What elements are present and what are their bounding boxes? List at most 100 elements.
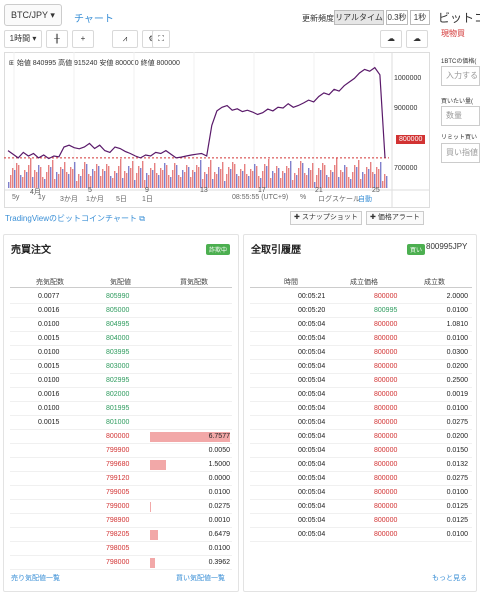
fullscreen-button[interactable]: ⛶ [152,30,170,48]
bid-row[interactable]: 798900 0.0010 [10,514,232,528]
volume-bar [126,173,128,188]
pair-selector[interactable]: BTC/JPY ▾ [4,4,62,26]
price-input[interactable]: 入力する [441,66,480,86]
bid-row[interactable]: 798000 0.3962 [10,556,232,570]
cloud-load-button[interactable]: ☁ [406,30,428,48]
volume-bar [76,181,78,188]
range-5d[interactable]: 5日 [116,194,127,204]
indicators-button[interactable]: ⩘ [112,30,138,48]
volume-bar [304,173,306,188]
volume-bar [12,168,14,188]
bid-size: 0.0100 [208,489,230,496]
bid-row[interactable]: 799000 0.0275 [10,500,232,514]
ask-row[interactable]: 0.0100 804995 [10,318,232,332]
limit-price-input[interactable]: 買い指値 [441,143,480,163]
price-alert-button[interactable]: ✚ 価格アラート [366,211,424,225]
volume-bar [218,167,220,188]
bid-row[interactable]: 799005 0.0100 [10,486,232,500]
range-1d[interactable]: 1日 [142,194,153,204]
range-3m[interactable]: 3か月 [60,194,78,204]
more-link[interactable]: もっと見る [432,573,467,583]
percent-toggle[interactable]: % [300,194,306,201]
volume-bar [158,175,160,188]
compare-button[interactable]: + [72,30,94,48]
plus-icon: ✚ [370,214,376,221]
snapshot-button[interactable]: ✚ スナップショット [290,211,362,225]
ask-row[interactable]: 0.0100 802995 [10,374,232,388]
volume-bar [130,168,132,188]
bid-size: 0.6479 [208,531,230,538]
auto-scale-toggle[interactable]: 自動 [358,194,372,204]
freq-0-3s[interactable]: 0.3秒 [386,10,408,25]
sell-list-link[interactable]: 売り気配値一覧 [11,573,60,583]
ask-price: 803000 [106,363,130,370]
bid-row[interactable]: 799120 0.0000 [10,472,232,486]
bid-depth-bar [150,460,166,470]
volume-bar [212,179,214,188]
ask-row[interactable]: 0.0015 804000 [10,332,232,346]
range-5y[interactable]: 5y [12,194,19,201]
ask-price: 803995 [106,349,130,356]
last-price: 800995JPY [426,242,468,251]
bid-row[interactable]: 798205 0.6479 [10,528,232,542]
freq-1s[interactable]: 1秒 [410,10,430,25]
bid-price: 799000 [106,503,130,510]
volume-bar [92,169,94,188]
trade-size: 0.0200 [446,363,468,370]
freq-realtime[interactable]: リアルタイム [334,10,384,25]
volume-bar [38,165,40,188]
toolbar-divider [98,30,108,48]
range-1m[interactable]: 1か月 [86,194,104,204]
volume-bar [106,164,108,188]
col-exec-price: 成立価格 [350,279,378,286]
cloud-save-button[interactable]: ☁ [380,30,402,48]
ask-size: 0.0015 [38,335,60,342]
volume-bar [280,178,282,188]
ask-size: 0.0100 [38,349,60,356]
volume-bar [232,162,234,188]
tradingview-link[interactable]: TradingViewのビットコインチャート ⧉ [5,213,145,224]
ask-row[interactable]: 0.0100 803995 [10,346,232,360]
ask-size: 0.0077 [38,293,60,300]
volume-bar [240,169,242,188]
bid-price: 798005 [106,545,130,552]
bid-row[interactable]: 799900 0.0050 [10,444,232,458]
col-exec-size: 成立数 [424,279,445,286]
ask-row[interactable]: 0.0016 802000 [10,388,232,402]
buy-list-link[interactable]: 買い気配値一覧 [176,573,225,583]
x-tick-label: 13 [200,187,208,194]
ask-row[interactable]: 0.0016 805000 [10,304,232,318]
bid-row[interactable]: 800000 6.7577 [10,430,232,444]
ask-row[interactable]: 0.0015 801000 [10,416,232,430]
trade-size: 0.0300 [446,349,468,356]
volume-bar [276,166,278,188]
volume-bar [250,169,252,188]
volume-bar [376,167,378,188]
interval-selector[interactable]: 1時間 ▾ [4,30,42,48]
volume-bar [360,179,362,188]
price-chart[interactable]: ⊞ 始値 840995 高値 915240 安値 800000 終値 80000… [4,52,430,208]
volume-bar [278,168,280,188]
ask-row[interactable]: 0.0100 801995 [10,402,232,416]
bid-row[interactable]: 798005 0.0100 [10,542,232,556]
trade-size: 0.0125 [446,503,468,510]
ask-row[interactable]: 0.0077 805990 [10,290,232,304]
volume-bar [140,168,142,188]
trade-row: 00:05:04 800000 0.0125 [250,514,472,528]
amount-input[interactable]: 数量 [441,106,480,126]
ask-size: 0.0015 [38,363,60,370]
trade-time: 00:05:04 [298,531,326,538]
volume-bar [124,171,126,188]
volume-bar [114,171,116,188]
log-scale-toggle[interactable]: ログスケール [318,194,360,204]
range-1y[interactable]: 1y [38,194,45,201]
volume-bar [136,173,138,188]
bid-row[interactable]: 799680 1.5000 [10,458,232,472]
ask-row[interactable]: 0.0015 803000 [10,360,232,374]
ask-price: 805990 [106,293,130,300]
candle-type-button[interactable]: ╫ [46,30,68,48]
volume-bar [44,179,46,188]
volume-bar [284,173,286,188]
tab-chart[interactable]: チャート [74,10,114,25]
volume-bar [152,170,154,188]
